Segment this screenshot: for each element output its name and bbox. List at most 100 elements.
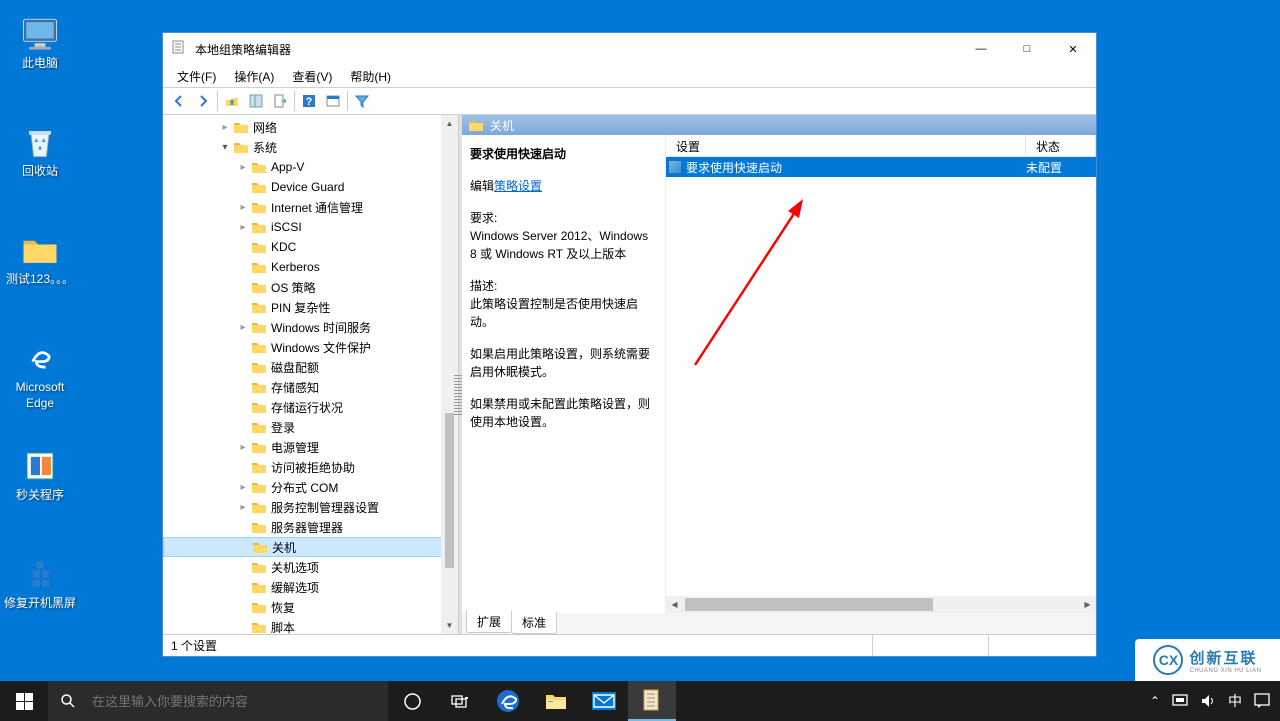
column-setting[interactable]: 设置 [666,135,1026,156]
cortana-button[interactable] [388,681,436,721]
minimize-button[interactable]: — [958,34,1004,64]
svg-text:?: ? [306,96,313,108]
tree-item-pin-复杂性[interactable]: PIN 复杂性 [163,297,442,317]
tree-item-网络[interactable]: ▸网络 [163,117,442,137]
tree-expand-icon[interactable]: ▸ [235,162,251,173]
tray-volume-icon[interactable] [1200,693,1216,709]
description-heading: 描述: [470,277,657,295]
policy-icon [668,160,682,174]
tree-expand-icon[interactable]: ▸ [235,502,251,513]
splitter-handle[interactable] [454,375,462,415]
toolbar: ? [163,87,1096,115]
tree-item-windows-文件保护[interactable]: Windows 文件保护 [163,337,442,357]
tray-ime[interactable]: 中 [1228,691,1242,711]
taskbar-edge[interactable] [484,681,532,721]
tree-expand-icon[interactable]: ▸ [217,122,233,133]
tree-item-访问被拒绝协助[interactable]: 访问被拒绝协助 [163,457,442,477]
desktop-icon-shutdown-app[interactable]: 秒关程序 [2,446,78,504]
menu-view[interactable]: 查看(V) [284,66,340,87]
scroll-thumb[interactable] [685,598,933,611]
edit-policy-link[interactable]: 策略设置 [494,179,542,193]
tree-item-存储运行状况[interactable]: 存储运行状况 [163,397,442,417]
tree-item-internet-通信管理[interactable]: ▸ Internet 通信管理 [163,197,442,217]
tree-item-缓解选项[interactable]: 缓解选项 [163,577,442,597]
description-p3: 如果禁用或未配置此策略设置，则使用本地设置。 [470,395,657,431]
tree-expand-icon[interactable]: ▸ [235,222,251,233]
filter-button[interactable] [350,90,374,112]
start-button[interactable] [0,681,48,721]
taskbar-mail[interactable] [580,681,628,721]
search-input[interactable] [92,694,376,709]
list-hscrollbar[interactable]: ◀ ▶ [666,596,1096,613]
tree-item-关机[interactable]: 关机 [163,537,442,557]
tree-item-电源管理[interactable]: ▸电源管理 [163,437,442,457]
show-hide-tree-button[interactable] [244,90,268,112]
tree-item-os-策略[interactable]: OS 策略 [163,277,442,297]
tree-item-存储感知[interactable]: 存储感知 [163,377,442,397]
tree-item-kdc[interactable]: KDC [163,237,442,257]
tree-item-服务控制管理器设置[interactable]: ▸服务控制管理器设置 [163,497,442,517]
tree-expand-icon[interactable]: ▸ [235,442,251,453]
desktop-icon-label: 修复开机黑屏 [2,596,78,612]
task-view-button[interactable] [436,681,484,721]
list-header[interactable]: 设置 状态 [666,135,1096,157]
taskbar-explorer[interactable] [532,681,580,721]
tree-expand-icon[interactable]: ▸ [235,322,251,333]
desktop-icon-repair-boot[interactable]: 修复开机黑屏 [2,554,78,612]
desktop-icon-this-pc[interactable]: 此电脑 [2,14,78,72]
desktop-icon-recycle-bin[interactable]: 回收站 [2,122,78,180]
tray-display-icon[interactable] [1172,693,1188,709]
tab-standard[interactable]: 标准 [511,612,557,634]
scroll-left-button[interactable]: ◀ [666,596,683,613]
tree-item-windows-时间服务[interactable]: ▸Windows 时间服务 [163,317,442,337]
maximize-button[interactable]: □ [1004,34,1050,64]
tree-item-label: Internet 通信管理 [271,199,363,216]
scroll-thumb[interactable] [445,413,454,568]
tree-item-label: Device Guard [271,180,344,194]
tree-item-分布式-com[interactable]: ▸分布式 COM [163,477,442,497]
tree-item-label: 关机选项 [271,559,319,576]
up-button[interactable] [220,90,244,112]
tree-expand-icon[interactable]: ▸ [235,202,251,213]
tree-expand-icon[interactable]: ▾ [217,142,233,153]
taskbar-search[interactable] [48,681,388,721]
properties-button[interactable] [321,90,345,112]
tree-item-系统[interactable]: ▾系统 [163,137,442,157]
tree-item-kerberos[interactable]: Kerberos [163,257,442,277]
menu-file[interactable]: 文件(F) [169,66,224,87]
column-state[interactable]: 状态 [1026,135,1096,156]
tree-item-脚本[interactable]: 脚本 [163,617,442,634]
tree-pane[interactable]: ▸网络▾系统▸App-V Device Guard ▸ Internet 通信管理▸i… [163,115,459,634]
close-button[interactable]: ✕ [1050,34,1096,64]
tree-item-iscsi[interactable]: ▸iSCSI [163,217,442,237]
tree-item-登录[interactable]: 登录 [163,417,442,437]
tree-item-关机选项[interactable]: 关机选项 [163,557,442,577]
back-button[interactable] [167,90,191,112]
scroll-down-button[interactable]: ▼ [441,617,458,634]
tray-chevron-icon[interactable]: ⌃ [1150,694,1160,708]
scroll-right-button[interactable]: ▶ [1079,596,1096,613]
tree-expand-icon[interactable]: ▸ [235,482,251,493]
desktop-icon-test-folder[interactable]: 测试123。。。 [2,230,78,288]
tree-item-app-v[interactable]: ▸App-V [163,157,442,177]
menu-action[interactable]: 操作(A) [226,66,282,87]
forward-button[interactable] [191,90,215,112]
pc-icon [18,14,62,54]
titlebar[interactable]: 本地组策略编辑器 — □ ✕ [163,33,1096,65]
status-text: 1 个设置 [171,637,217,654]
tray-notifications-icon[interactable] [1254,693,1272,709]
scroll-up-button[interactable]: ▲ [441,115,458,132]
search-icon [60,693,76,709]
menu-help[interactable]: 帮助(H) [342,66,399,87]
help-button[interactable]: ? [297,90,321,112]
tree-item-服务器管理器[interactable]: 服务器管理器 [163,517,442,537]
taskbar-gpedit[interactable] [628,681,676,721]
tree-item-device-guard[interactable]: Device Guard [163,177,442,197]
tree-item-磁盘配额[interactable]: 磁盘配额 [163,357,442,377]
desktop-icon-edge[interactable]: Microsoft Edge [2,338,78,411]
tab-extended[interactable]: 扩展 [466,610,512,633]
folder-icon [18,230,62,270]
list-row-fast-startup[interactable]: 要求使用快速启动 未配置 [666,157,1096,177]
tree-item-恢复[interactable]: 恢复 [163,597,442,617]
export-button[interactable] [268,90,292,112]
